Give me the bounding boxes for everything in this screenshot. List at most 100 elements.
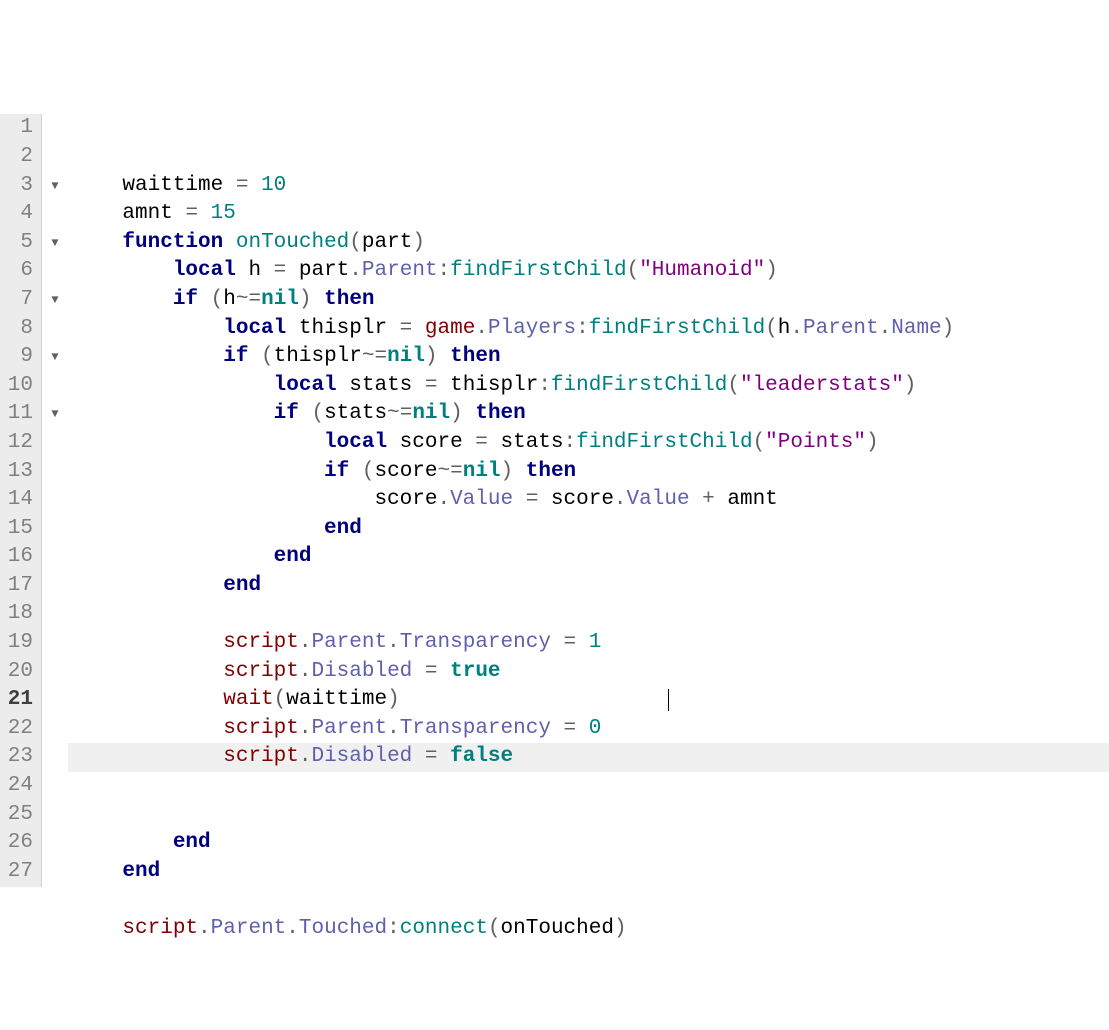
fold-arrow-icon [42,429,68,458]
fold-arrow-icon[interactable]: ▼ [42,172,68,201]
token-op: . [299,745,312,768]
token-num-lit: 15 [211,202,236,225]
token-op: = [387,317,425,340]
code-line[interactable] [68,886,1109,915]
token-kw: end [223,574,261,597]
token-kw: end [274,545,312,568]
code-line[interactable]: script.Parent.Transparency = 1 [68,629,1109,658]
fold-gutter[interactable]: ▼ ▼ ▼ ▼ ▼ [42,114,68,887]
line-number: 18 [4,600,33,629]
code-line[interactable]: end [68,543,1109,572]
code-line[interactable]: if (h~=nil) then [68,286,1109,315]
token-op: ~= [438,460,463,483]
token-op: ) [450,402,475,425]
code-line[interactable]: end [68,858,1109,887]
token-op: : [438,259,451,282]
code-area[interactable]: waittime = 10 amnt = 15 function onTouch… [68,114,1109,887]
code-line[interactable]: script.Disabled = false [68,743,1109,772]
token-prop: Value [627,488,690,511]
token-glob: script [223,631,299,654]
token-op: ) [614,917,627,940]
code-line[interactable]: end [68,515,1109,544]
code-line[interactable]: script.Parent.Transparency = 0 [68,715,1109,744]
line-number: 13 [4,458,33,487]
code-line[interactable] [68,600,1109,629]
fold-arrow-icon [42,686,68,715]
code-line[interactable]: local thisplr = game.Players:findFirstCh… [68,315,1109,344]
code-line[interactable]: local score = stats:findFirstChild("Poin… [68,429,1109,458]
token-op: ( [488,917,501,940]
token-kw: local [274,374,337,397]
line-number: 8 [4,315,33,344]
code-line[interactable]: if (thisplr~=nil) then [68,343,1109,372]
token-op: ( [299,402,324,425]
token-id: h [223,288,236,311]
token-op: ~= [236,288,261,311]
token-id: stats [501,431,564,454]
token-op: ) [866,431,879,454]
code-line[interactable] [68,801,1109,830]
token-op: ( [349,460,374,483]
code-line[interactable]: amnt = 15 [68,200,1109,229]
fold-arrow-icon [42,772,68,801]
code-line[interactable]: end [68,829,1109,858]
code-editor[interactable]: 1234567891011121314151617181920212223242… [0,114,1109,887]
token-id: h [778,317,791,340]
token-op: ~= [387,402,412,425]
fold-arrow-icon [42,858,68,887]
token-prop: Disabled [311,745,412,768]
code-line[interactable]: local stats = thisplr:findFirstChild("le… [68,372,1109,401]
token-prop: Transparency [400,717,551,740]
token-fn: onTouched [236,231,349,254]
token-op: . [879,317,892,340]
code-line[interactable]: waittime = 10 [68,172,1109,201]
code-line[interactable]: script.Disabled = true [68,658,1109,687]
token-kw: if [223,345,248,368]
code-line[interactable]: if (stats~=nil) then [68,400,1109,429]
token-op: ( [753,431,766,454]
token-kw: end [122,860,160,883]
line-number: 20 [4,658,33,687]
token-op: . [614,488,627,511]
token-glob: game [425,317,475,340]
token-op: : [387,917,400,940]
token-id: part [299,259,349,282]
token-kw: then [450,345,500,368]
token-id: score [551,488,614,511]
fold-arrow-icon[interactable]: ▼ [42,343,68,372]
fold-arrow-icon [42,143,68,172]
line-number: 22 [4,715,33,744]
token-id: thisplr [299,317,387,340]
token-op: ( [727,374,740,397]
line-number: 17 [4,572,33,601]
token-op: = [551,717,589,740]
token-fn: findFirstChild [450,259,626,282]
fold-arrow-icon[interactable]: ▼ [42,286,68,315]
line-number: 4 [4,200,33,229]
token-op: : [576,317,589,340]
token-op: + [690,488,728,511]
line-number: 11 [4,400,33,429]
code-line[interactable]: function onTouched(part) [68,229,1109,258]
code-line[interactable]: if (score~=nil) then [68,458,1109,487]
line-number: 23 [4,743,33,772]
code-line[interactable]: local h = part.Parent:findFirstChild("Hu… [68,257,1109,286]
fold-arrow-icon[interactable]: ▼ [42,229,68,258]
line-number: 15 [4,515,33,544]
token-prop: Players [488,317,576,340]
fold-arrow-icon [42,658,68,687]
code-line[interactable]: score.Value = score.Value + amnt [68,486,1109,515]
token-op: = [513,488,551,511]
code-line[interactable]: wait(waittime) [68,686,1109,715]
fold-arrow-icon [42,257,68,286]
code-line[interactable]: script.Parent.Touched:connect(onTouched) [68,915,1109,944]
token-bool: false [450,745,513,768]
token-id: score [400,431,463,454]
token-glob: script [223,660,299,683]
token-prop: Name [891,317,941,340]
token-glob: script [223,745,299,768]
code-line[interactable] [68,772,1109,801]
fold-arrow-icon[interactable]: ▼ [42,400,68,429]
code-line[interactable]: end [68,572,1109,601]
token-kw: then [324,288,374,311]
